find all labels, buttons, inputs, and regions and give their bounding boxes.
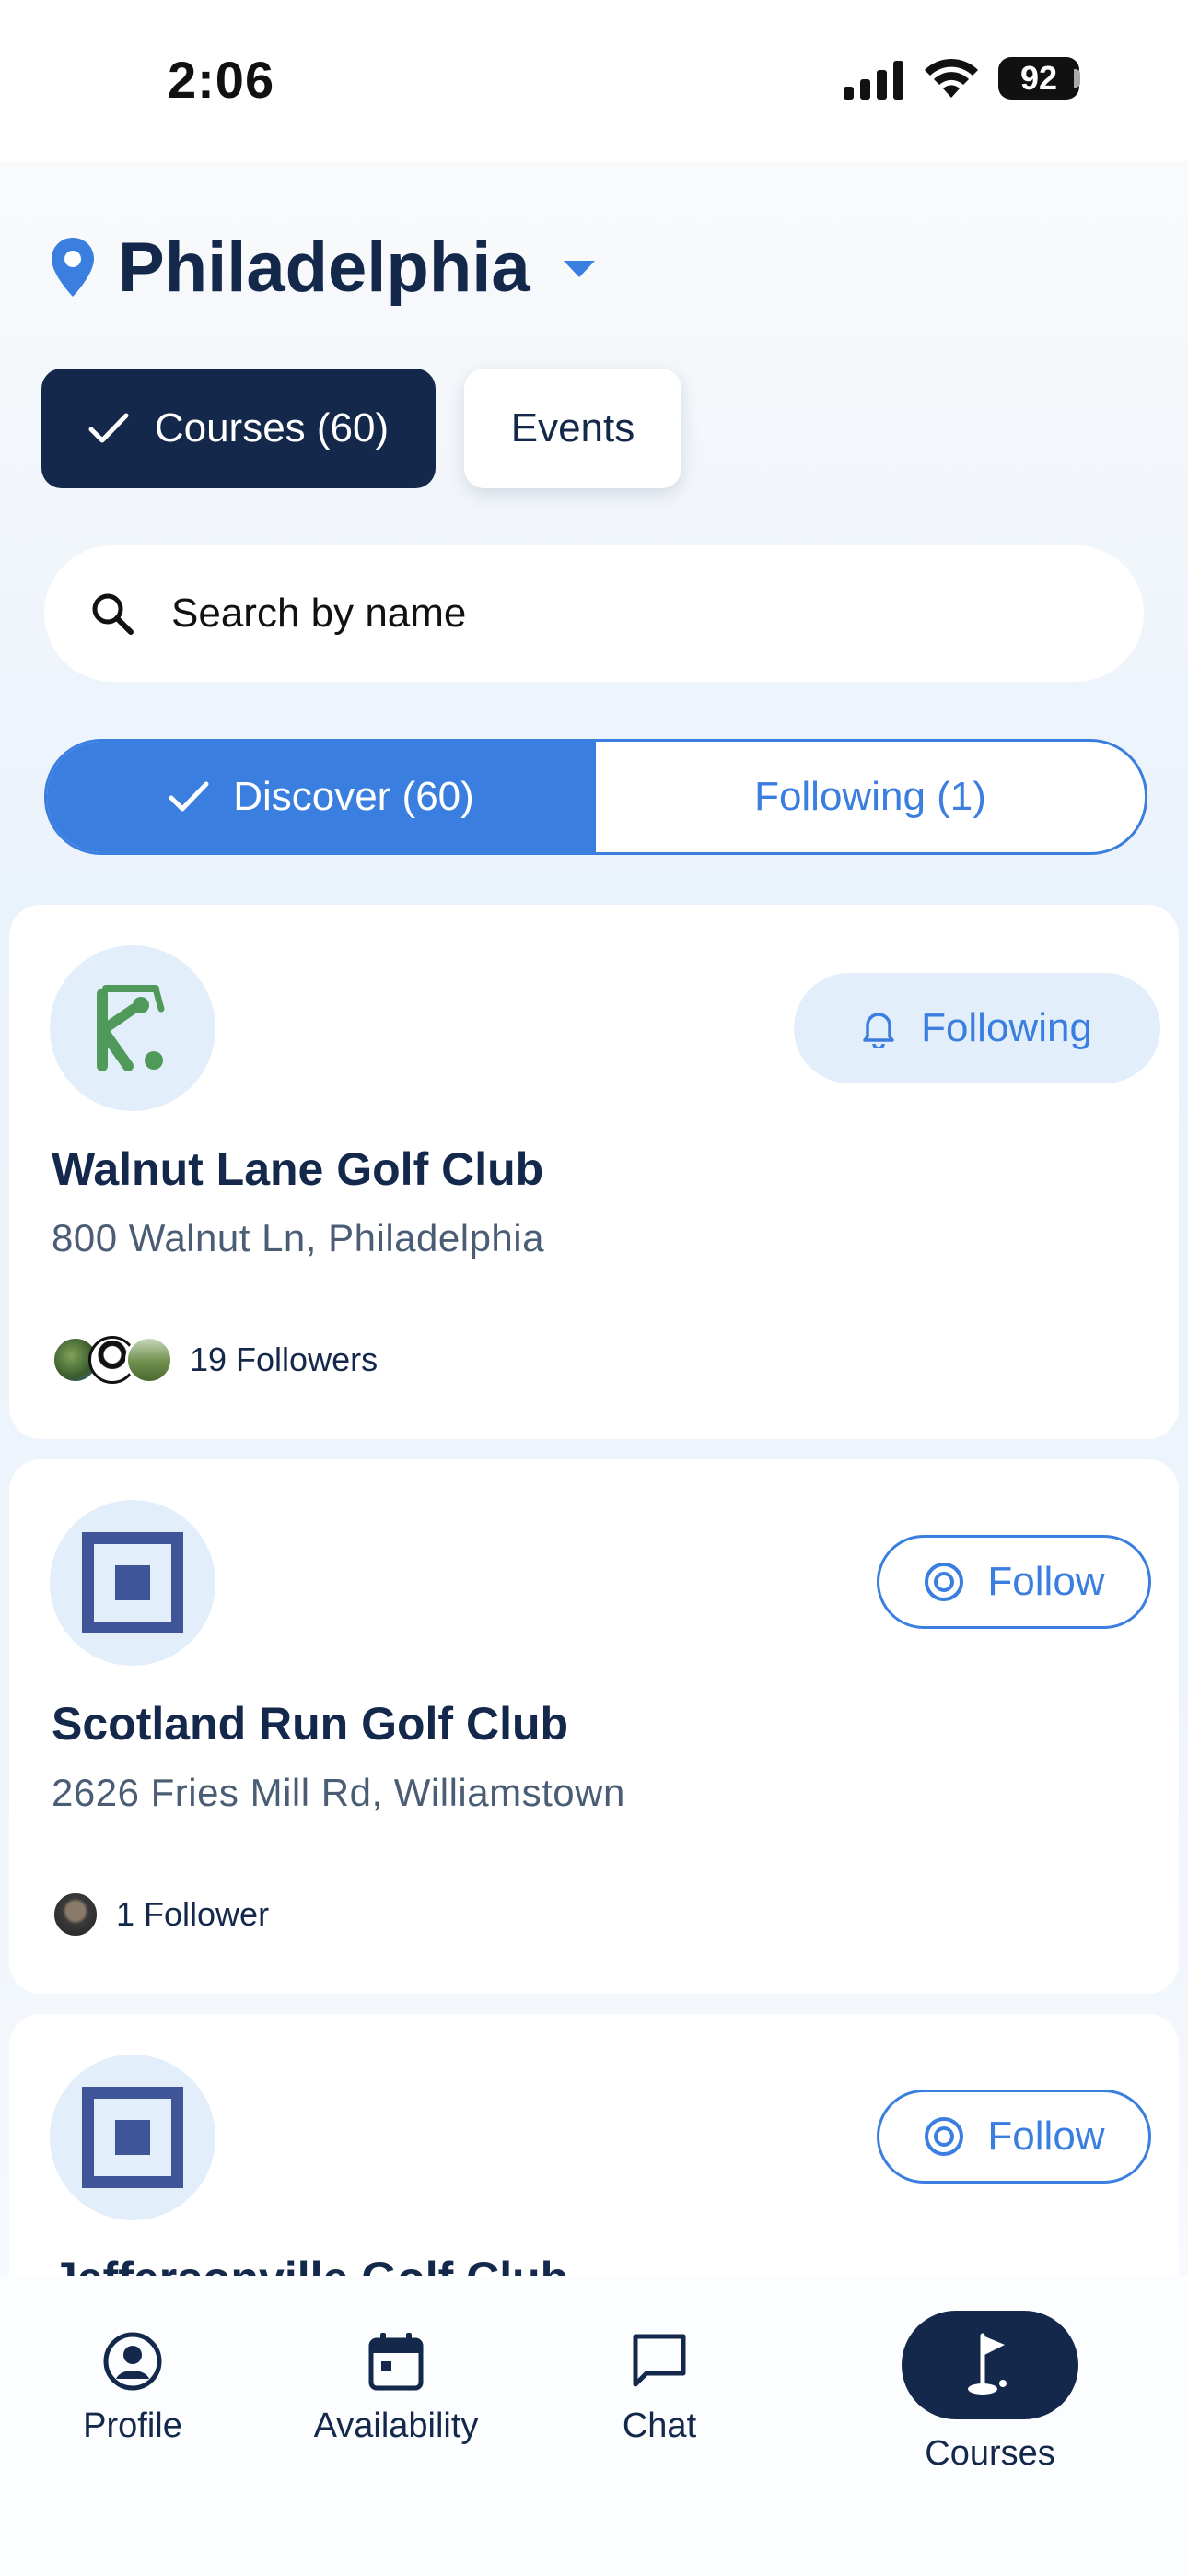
chat-bubble-icon <box>633 2334 686 2387</box>
calendar-icon <box>368 2333 424 2391</box>
nav-profile-label: Profile <box>83 2406 182 2445</box>
course-card[interactable]: Following Walnut Lane Golf Club 800 Waln… <box>9 905 1179 1439</box>
follow-target-icon <box>925 2117 964 2156</box>
course-logo <box>50 945 215 1111</box>
course-logo <box>50 1500 215 1666</box>
status-time: 2:06 <box>168 51 275 109</box>
golfer-icon <box>97 985 165 1071</box>
location-selector[interactable]: Philadelphia <box>52 221 595 313</box>
square-logo-icon <box>82 1532 183 1633</box>
course-card[interactable]: Follow Scotland Run Golf Club 2626 Fries… <box>9 1459 1179 1994</box>
filter-discover-label: Discover (60) <box>233 774 474 819</box>
cellular-signal-icon <box>844 61 903 100</box>
nav-courses[interactable]: Courses <box>879 2311 1101 2474</box>
square-logo-icon <box>82 2087 183 2188</box>
follow-button[interactable]: Follow <box>877 2090 1151 2184</box>
check-icon <box>88 413 129 443</box>
filter-discover[interactable]: Discover (60) <box>47 742 596 852</box>
follow-button-label: Follow <box>987 1559 1105 1604</box>
account-circle-icon <box>103 2332 162 2391</box>
following-button-label: Following <box>921 1005 1092 1050</box>
filter-toggle: Discover (60) Following (1) <box>44 739 1147 855</box>
battery-indicator: 92 <box>998 57 1079 100</box>
nav-courses-active-pill <box>902 2311 1078 2419</box>
chevron-down-icon <box>563 261 595 277</box>
nav-profile[interactable]: Profile <box>22 2331 243 2446</box>
course-address: 800 Walnut Ln, Philadelphia <box>52 1216 544 1259</box>
follow-target-icon <box>925 1563 964 1601</box>
bell-icon <box>863 1013 894 1048</box>
tab-courses-label: Courses (60) <box>154 405 390 451</box>
location-pin-icon <box>52 238 94 297</box>
battery-tip <box>1074 69 1080 88</box>
search-placeholder: Search by name <box>171 591 467 636</box>
follow-button-label: Follow <box>987 2113 1105 2159</box>
nav-courses-label: Courses <box>925 2434 1055 2473</box>
followers-summary[interactable]: 19 Followers <box>52 1334 378 1386</box>
check-icon <box>169 781 209 812</box>
avatar <box>125 1336 173 1384</box>
nav-chat-label: Chat <box>622 2406 697 2445</box>
nav-availability-label: Availability <box>313 2406 479 2445</box>
location-city: Philadelphia <box>118 228 530 307</box>
wifi-icon <box>925 58 978 98</box>
tab-courses[interactable]: Courses (60) <box>41 369 436 488</box>
status-bar: 2:06 92 <box>0 0 1188 161</box>
follow-button[interactable]: Follow <box>877 1535 1151 1629</box>
avatar <box>52 1891 99 1938</box>
followers-count: 19 Followers <box>190 1341 379 1378</box>
course-name: Walnut Lane Golf Club <box>52 1143 544 1195</box>
golf-flag-icon <box>968 2333 1007 2395</box>
following-button[interactable]: Following <box>794 973 1160 1083</box>
tab-events[interactable]: Events <box>464 369 681 488</box>
course-logo <box>50 2055 215 2220</box>
followers-summary[interactable]: 1 Follower <box>52 1889 269 1940</box>
filter-following-label: Following (1) <box>754 774 986 819</box>
filter-following[interactable]: Following (1) <box>596 742 1145 852</box>
nav-availability[interactable]: Availability <box>285 2331 507 2446</box>
tab-events-label: Events <box>510 405 635 451</box>
course-name: Scotland Run Golf Club <box>52 1698 569 1750</box>
nav-chat[interactable]: Chat <box>549 2331 770 2446</box>
search-icon <box>92 593 134 635</box>
course-address: 2626 Fries Mill Rd, Williamstown <box>52 1771 625 1814</box>
search-input[interactable]: Search by name <box>44 545 1144 682</box>
followers-count: 1 Follower <box>116 1895 270 1933</box>
